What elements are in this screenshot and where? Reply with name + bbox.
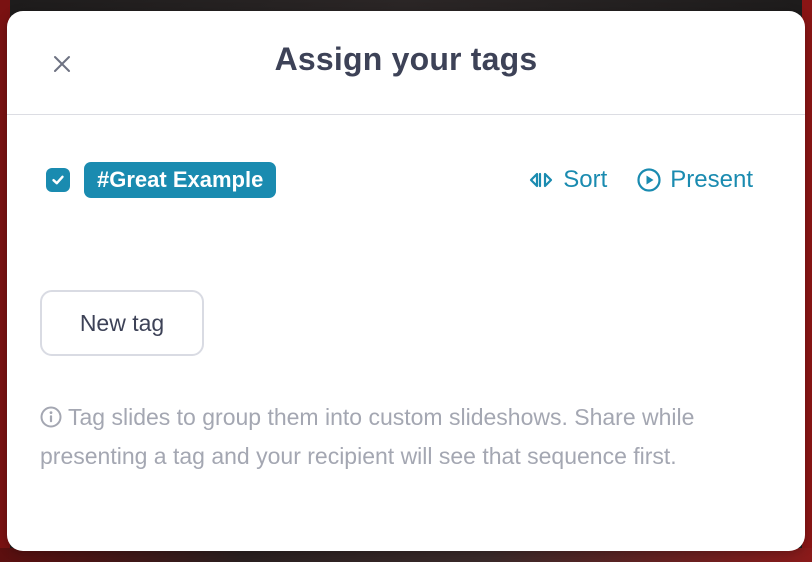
sort-arrows-icon xyxy=(530,172,553,188)
info-text: Tag slides to group them into custom sli… xyxy=(40,404,695,469)
tag-pill[interactable]: #Great Example xyxy=(84,162,277,198)
modal-header: Assign your tags xyxy=(7,11,805,115)
sort-label: Sort xyxy=(563,166,608,193)
sort-button[interactable]: Sort xyxy=(528,166,607,194)
info-circle-icon xyxy=(40,406,62,428)
tag-actions: Sort Present xyxy=(528,162,753,198)
assign-tags-modal: Assign your tags #Great Example Sort Pre… xyxy=(7,11,805,551)
checkmark-icon xyxy=(52,175,64,185)
present-label: Present xyxy=(670,166,753,193)
new-tag-button[interactable]: New tag xyxy=(40,290,204,356)
play-circle-icon xyxy=(637,168,661,192)
tag-row: #Great Example Sort Present xyxy=(46,162,765,198)
present-button[interactable]: Present xyxy=(637,166,753,194)
info-text-block: Tag slides to group them into custom sli… xyxy=(40,398,760,475)
tag-checkbox[interactable] xyxy=(46,168,70,192)
modal-title: Assign your tags xyxy=(274,41,538,77)
